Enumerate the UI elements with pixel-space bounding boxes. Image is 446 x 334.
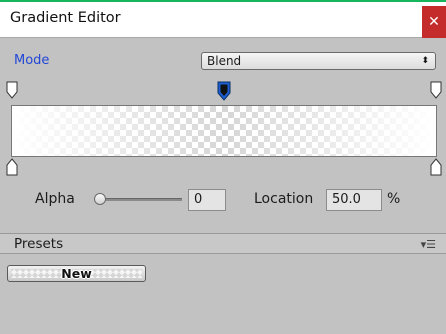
presets-menu-icon[interactable]: ▾☰ <box>421 238 436 251</box>
presets-label: Presets <box>14 236 64 252</box>
alpha-slider-thumb[interactable] <box>94 193 106 205</box>
close-button[interactable]: ✕ <box>422 6 446 38</box>
alpha-value-field[interactable]: 0 <box>188 189 226 211</box>
alpha-key-marker-right[interactable] <box>430 81 442 99</box>
alpha-slider-track[interactable] <box>100 198 182 201</box>
alpha-key-marker-left[interactable] <box>6 81 18 99</box>
close-icon: ✕ <box>428 14 440 30</box>
alpha-label: Alpha <box>35 191 75 207</box>
color-key-marker-left[interactable] <box>6 158 18 176</box>
editor-panel: Mode Blend ⬍ Alpha 0 Location 50.0 % Pre… <box>0 39 446 334</box>
mode-selected-value: Blend <box>207 54 242 68</box>
new-preset-button[interactable]: New <box>7 265 146 282</box>
title-bar[interactable]: Gradient Editor ✕ <box>0 2 446 38</box>
gradient-fill <box>12 106 436 156</box>
alpha-key-marker-selected[interactable] <box>217 81 231 101</box>
presets-header: Presets ▾☰ <box>0 234 446 254</box>
mode-label: Mode <box>14 53 50 68</box>
dropdown-arrow-icon: ⬍ <box>421 56 429 66</box>
location-label: Location <box>254 191 314 207</box>
gradient-preview[interactable] <box>11 105 437 157</box>
window-title: Gradient Editor <box>10 10 121 26</box>
mode-dropdown[interactable]: Blend ⬍ <box>201 52 436 70</box>
color-key-marker-right[interactable] <box>430 158 442 176</box>
location-value-field[interactable]: 50.0 <box>326 189 382 211</box>
new-preset-label: New <box>61 266 92 281</box>
percent-sign: % <box>387 191 401 207</box>
